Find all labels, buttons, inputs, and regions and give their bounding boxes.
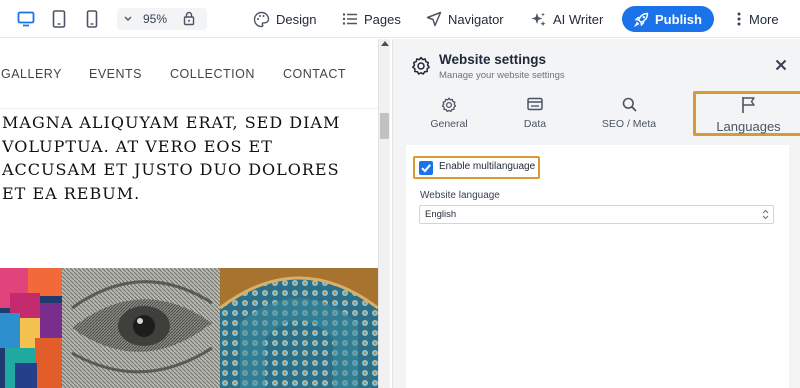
enable-multilanguage-option[interactable]: Enable multilanguage [413,156,540,179]
panel-subtitle: Manage your website settings [439,70,565,81]
hero-heading-line: ACCUSAM ET JUSTO DUO DOLORES [2,160,340,179]
scrollbar-thumb[interactable] [380,113,389,139]
site-navigation: GALLERY EVENTS COLLECTION CONTACT [0,39,378,109]
mobile-view-button[interactable] [78,0,106,38]
hero-heading-line: VOLUPTUA. AT VERO EOS ET [2,136,273,156]
multilanguage-checkbox[interactable] [419,161,433,175]
card-icon [527,97,543,111]
hero-heading[interactable]: MAGNA ALIQUYAM ERAT, SED DIAM VOLUPTUA. … [2,111,374,205]
select-updown-icon [762,209,769,220]
close-icon[interactable] [775,59,787,71]
gallery-image-mosque-dome[interactable] [220,268,378,388]
panel-header: Website settings Manage your website set… [393,39,800,91]
chevron-down-icon [124,16,132,21]
tab-general[interactable]: General [399,95,499,135]
pages-button[interactable]: Pages [342,0,401,38]
tab-languages-label: Languages [716,119,781,134]
tab-seo-meta[interactable]: SEO / Meta [579,95,679,135]
hero-heading-line: MAGNA ALIQUYAM ERAT, SED DIAM [2,113,341,132]
website-language-select[interactable]: English [419,205,774,224]
zoom-control[interactable]: 95% [117,8,207,30]
top-toolbar: 95% Design Pages Navigator AI Writer Pub… [0,0,800,38]
hero-heading-line: ET EA REBUM. [2,183,141,203]
more-vertical-icon [737,12,741,26]
gear-icon [412,56,430,75]
lock-icon[interactable] [183,11,195,26]
tab-seo-meta-label: SEO / Meta [601,118,657,130]
website-language-label: Website language [420,190,500,201]
list-icon [342,13,357,25]
gallery-image-abstract-painting[interactable] [0,268,62,388]
more-label: More [749,11,779,27]
flag-icon [741,97,755,113]
ai-writer-button[interactable]: AI Writer [530,0,603,38]
nav-link-gallery[interactable]: GALLERY [1,67,62,81]
desktop-icon [17,11,35,27]
nav-link-events[interactable]: EVENTS [89,67,142,81]
pages-label: Pages [364,11,401,27]
ai-writer-label: AI Writer [553,11,604,27]
website-language-value: English [425,209,457,220]
multilanguage-label: Enable multilanguage [439,161,536,172]
website-canvas[interactable]: GALLERY EVENTS COLLECTION CONTACT MAGNA … [0,39,390,388]
palette-icon [253,11,270,27]
tablet-icon [52,10,66,28]
tablet-view-button[interactable] [45,0,73,38]
languages-settings-body: Enable multilanguage Website language En… [406,145,789,388]
search-icon [622,97,637,112]
scroll-up-arrow-icon[interactable] [381,41,389,46]
navigation-arrow-icon [426,11,442,27]
tab-general-label: General [430,118,468,130]
design-label: Design [276,11,317,27]
publish-button[interactable]: Publish [622,6,714,32]
check-icon [421,164,431,173]
desktop-view-button[interactable] [12,0,40,38]
navigator-button[interactable]: Navigator [426,0,504,38]
mobile-icon [86,10,98,28]
nav-link-contact[interactable]: CONTACT [283,67,346,81]
rocket-icon [634,12,649,27]
gear-icon [441,97,457,113]
nav-link-collection[interactable]: COLLECTION [170,67,255,81]
sparkle-icon [531,12,546,26]
panel-title: Website settings [439,52,547,67]
design-button[interactable]: Design [253,0,316,38]
gallery-image-banknote-eye[interactable] [62,268,220,388]
navigator-label: Navigator [448,11,504,27]
tab-data-label: Data [523,118,547,130]
canvas-scrollbar[interactable] [378,39,390,388]
tab-data[interactable]: Data [485,95,585,135]
website-settings-panel: Website settings Manage your website set… [392,39,800,388]
publish-label: Publish [655,11,702,27]
more-menu-button[interactable]: More [735,0,779,38]
zoom-level: 95% [143,12,168,26]
tab-languages[interactable]: Languages [693,91,800,136]
